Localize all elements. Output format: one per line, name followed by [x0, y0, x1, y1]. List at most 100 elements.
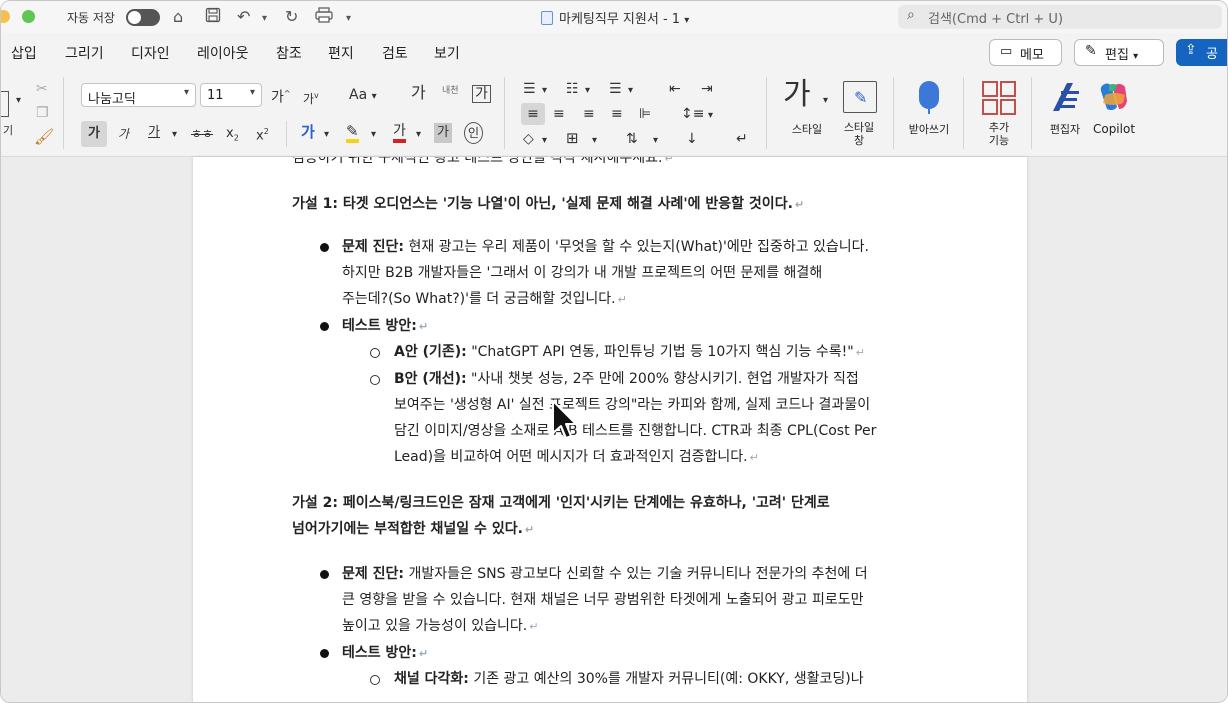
- tab-references[interactable]: 참조: [276, 43, 302, 63]
- zoom-window-button[interactable]: [22, 10, 35, 23]
- shading-dropdown-icon[interactable]: ▾: [542, 133, 547, 149]
- bold-button[interactable]: 가: [81, 121, 107, 147]
- print-icon[interactable]: [315, 7, 333, 28]
- word-window: 자동 저장 ⌂ ↶ ▾ ↻ ▾ 마케팅직무 지원서 - 1 ▾ ⌕ 검색(Cmd…: [0, 0, 1228, 703]
- subscript-button[interactable]: x2: [226, 126, 239, 147]
- multilevel-dropdown-icon[interactable]: ▾: [628, 83, 633, 99]
- align-center-button[interactable]: ≡: [553, 106, 565, 122]
- editing-mode-button[interactable]: ✎ 편집 ▾: [1074, 39, 1164, 66]
- grow-font-button[interactable]: 가^: [271, 86, 291, 106]
- ribbon-divider: [286, 121, 287, 147]
- styles-icon[interactable]: 가: [783, 79, 811, 111]
- h1-test-label: 테스트 방안: ↵: [342, 318, 429, 334]
- multilevel-list-icon[interactable]: ☰: [609, 81, 622, 97]
- option-b-line-3: 담긴 이미지/영상을 소재로 A/B 테스트를 진행합니다. CTR과 최종 C…: [394, 423, 877, 439]
- italic-button[interactable]: 가: [118, 126, 129, 142]
- search-box[interactable]: ⌕ 검색(Cmd + Ctrl + U): [898, 5, 1222, 29]
- tab-insert[interactable]: 삽입: [11, 43, 37, 63]
- sort-icon[interactable]: ↓: [686, 131, 698, 147]
- tab-layout[interactable]: 레이아웃: [197, 43, 249, 63]
- bullet-marker: [320, 322, 329, 331]
- tab-review[interactable]: 검토: [382, 43, 408, 63]
- bullets-dropdown-icon[interactable]: ▾: [542, 83, 547, 99]
- undo-dropdown-icon[interactable]: ▾: [262, 9, 267, 29]
- channel-diversification-line: 채널 다각화: 기존 광고 예산의 30%를 개발자 커뮤니티(예: OKKY,…: [394, 671, 864, 687]
- borders-dropdown-icon[interactable]: ▾: [592, 133, 597, 149]
- character-border-button[interactable]: 가: [472, 85, 491, 103]
- paste-dropdown-icon[interactable]: ▾: [16, 93, 21, 109]
- line-spacing-icon[interactable]: ↕≡: [681, 106, 704, 122]
- superscript-button[interactable]: x2: [256, 124, 269, 144]
- tab-design[interactable]: 디자인: [131, 43, 170, 63]
- borders-icon[interactable]: ⊞: [566, 130, 579, 146]
- font-color-dropdown-icon[interactable]: ▾: [416, 127, 421, 143]
- font-color-icon[interactable]: 가: [393, 123, 406, 143]
- format-painter-icon[interactable]: 🖌: [34, 129, 54, 145]
- paste-icon[interactable]: [1, 91, 9, 117]
- line-spacing-dropdown-icon[interactable]: ▾: [708, 108, 713, 124]
- document-canvas: 검증하기 위한 구체적인 광고 테스트 방안을 각각 제시해주세요. ↵ 가설 1…: [1, 157, 1227, 702]
- align-right-button[interactable]: ≡: [583, 106, 595, 122]
- document-title[interactable]: 마케팅직무 지원서 - 1 ▾: [541, 8, 689, 27]
- increase-indent-icon[interactable]: ⇥: [701, 81, 713, 97]
- sub-bullet-marker: [370, 375, 380, 385]
- autosave-toggle[interactable]: [126, 9, 160, 26]
- microphone-icon[interactable]: [919, 81, 939, 109]
- editor-icon[interactable]: [1047, 79, 1083, 115]
- text-effects-icon[interactable]: 가: [301, 124, 315, 140]
- show-marks-icon[interactable]: ↵: [736, 131, 748, 147]
- h1-diagnosis-line-1: 문제 진단: 현재 광고는 우리 제품이 '무엇을 할 수 있는지(What)'…: [342, 239, 869, 255]
- redo-icon[interactable]: ↻: [285, 7, 298, 27]
- enclose-characters-button[interactable]: 인: [464, 122, 484, 144]
- text-effects-dropdown-icon[interactable]: ▾: [324, 127, 329, 143]
- styles-dropdown-icon[interactable]: ▾: [823, 93, 828, 109]
- numbering-icon[interactable]: ☷: [566, 81, 579, 97]
- comments-button[interactable]: ▭ 메모: [989, 39, 1062, 66]
- font-size-select[interactable]: 11 ▾: [200, 83, 262, 107]
- ribbon-divider: [504, 77, 505, 149]
- share-button[interactable]: ⇪ 공: [1176, 39, 1227, 66]
- highlight-dropdown-icon[interactable]: ▾: [371, 127, 376, 143]
- undo-icon[interactable]: ↶: [237, 7, 250, 27]
- share-icon: ⇪: [1185, 42, 1197, 58]
- h2-test-label: 테스트 방안: ↵: [342, 645, 429, 661]
- character-shading-button[interactable]: 가: [434, 123, 452, 143]
- ribbon-divider: [766, 77, 767, 149]
- tab-mailings[interactable]: 편지: [328, 43, 354, 63]
- home-icon[interactable]: ⌂: [173, 7, 183, 27]
- mouse-pointer-icon: [552, 400, 577, 439]
- text-direction-dropdown-icon[interactable]: ▾: [653, 133, 658, 149]
- shrink-font-button[interactable]: 가v: [303, 88, 319, 107]
- document-page[interactable]: 검증하기 위한 구체적인 광고 테스트 방안을 각각 제시해주세요. ↵ 가설 1…: [193, 157, 1027, 702]
- copilot-icon[interactable]: [1095, 81, 1131, 113]
- save-icon[interactable]: [205, 7, 221, 28]
- minimize-window-button[interactable]: [1, 10, 10, 23]
- copilot-label: Copilot: [1092, 122, 1136, 136]
- decrease-indent-icon[interactable]: ⇤: [669, 81, 681, 97]
- strikethrough-button[interactable]: ㅎㅎ: [191, 126, 213, 142]
- phonetic-guide-button[interactable]: 내천: [442, 83, 459, 99]
- customize-toolbar-chevron-icon[interactable]: ▾: [346, 9, 351, 29]
- highlight-icon[interactable]: ✎: [346, 123, 359, 143]
- underline-button[interactable]: 가: [148, 125, 160, 141]
- bullets-icon[interactable]: ☰: [523, 81, 536, 97]
- font-name-select[interactable]: 나눔고딕 ▾: [81, 83, 196, 107]
- h2-diagnosis-line-2: 큰 영향을 받을 수 있습니다. 현재 채널은 너무 광범위한 타겟에게 노출되…: [342, 592, 864, 608]
- title-bar: 자동 저장 ⌂ ↶ ▾ ↻ ▾ 마케팅직무 지원서 - 1 ▾ ⌕ 검색(Cmd…: [1, 1, 1227, 33]
- tab-view[interactable]: 보기: [434, 43, 460, 63]
- paste-label: 기: [3, 124, 14, 137]
- align-left-button[interactable]: ≡: [521, 103, 545, 125]
- justify-button[interactable]: ≡: [611, 106, 623, 122]
- shading-icon[interactable]: ◇: [523, 131, 534, 147]
- copy-icon: ❐: [36, 105, 49, 121]
- styles-pane-icon[interactable]: ✎: [843, 81, 877, 113]
- numbering-dropdown-icon[interactable]: ▾: [585, 83, 590, 99]
- tab-draw[interactable]: 그리기: [65, 43, 104, 63]
- underline-dropdown-icon[interactable]: ▾: [172, 127, 177, 143]
- add-ins-icon[interactable]: [982, 81, 1016, 115]
- clear-formatting-icon[interactable]: 가: [411, 85, 426, 101]
- change-case-button[interactable]: Aa ▾: [349, 87, 377, 105]
- distributed-button[interactable]: ⊫: [639, 106, 651, 122]
- ribbon-divider: [963, 77, 964, 149]
- text-direction-icon[interactable]: ⇅: [626, 131, 638, 147]
